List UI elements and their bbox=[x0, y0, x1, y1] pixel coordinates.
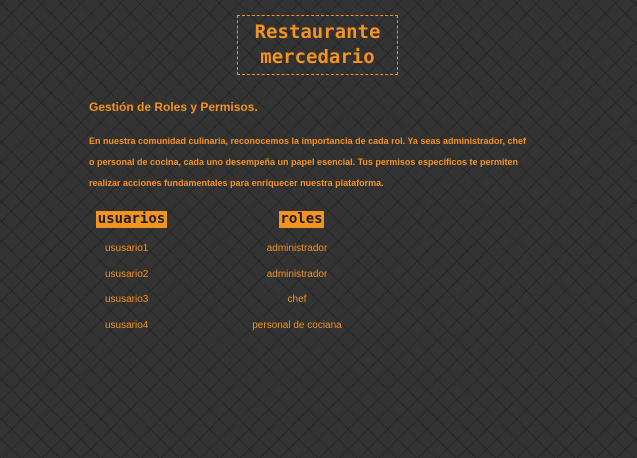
user-cell: ususario4 bbox=[105, 320, 149, 331]
user-cell: ususario1 bbox=[105, 243, 149, 254]
role-cell: administrador bbox=[266, 243, 328, 254]
logo: Restaurante mercedario bbox=[237, 15, 398, 75]
role-cell: personal de cociana bbox=[252, 320, 342, 331]
user-cell: ususario2 bbox=[105, 269, 149, 280]
logo-text: Restaurante mercedario bbox=[254, 21, 381, 68]
page-title: Gestión de Roles y Permisos. bbox=[89, 100, 258, 114]
users-column-header: usuarios bbox=[96, 211, 167, 228]
intro-paragraph: En nuestra comunidad culinaria, reconoce… bbox=[89, 136, 526, 188]
roles-column-header: roles bbox=[279, 211, 324, 228]
user-cell: ususario3 bbox=[105, 294, 149, 305]
role-cell: chef bbox=[287, 294, 307, 305]
role-cell: administrador bbox=[266, 269, 328, 280]
